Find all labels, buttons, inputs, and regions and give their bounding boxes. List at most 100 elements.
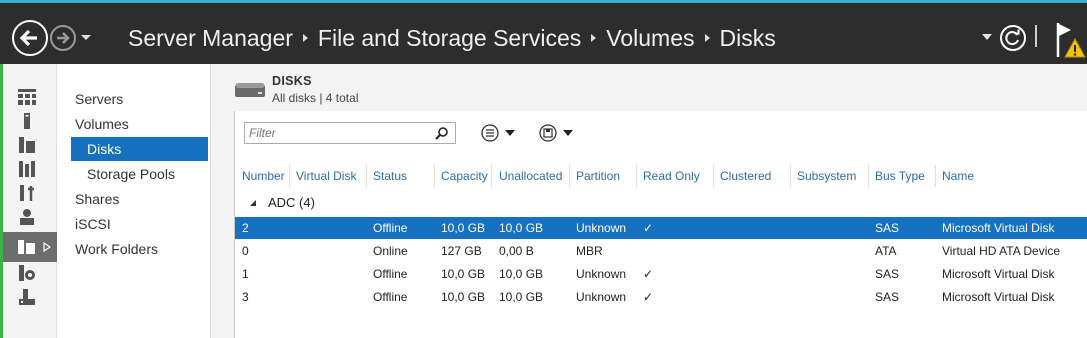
column-divider [935,165,936,187]
cell-bus-type: ATA [875,244,897,258]
subnav-item-shares[interactable]: Shares [75,187,119,211]
column-header-name[interactable]: Name [942,169,974,183]
cell-bus-type: SAS [875,290,900,304]
cell-capacity: 10,0 GB [441,290,486,304]
forward-button[interactable] [50,25,76,51]
subnav-item-iscsi[interactable]: iSCSI [75,212,111,236]
cell-name: Virtual HD ATA Device [942,244,1061,258]
subnav-item-storage-pools[interactable]: Storage Pools [87,162,175,186]
view-options-button[interactable] [480,122,520,144]
column-divider [434,165,435,187]
notification-flag-icon[interactable] [1055,21,1087,59]
breadcrumb: Server Manager File and Storage Services… [128,23,776,53]
refresh-button[interactable] [1000,25,1026,51]
history-dropdown-icon[interactable] [80,31,92,43]
column-header-unallocated[interactable]: Unallocated [499,169,562,183]
column-header-bus-type[interactable]: Bus Type [875,169,925,183]
subnav-item-work-folders[interactable]: Work Folders [75,237,158,261]
cell-status: Offline [373,267,408,281]
cell-partition: MBR [576,244,603,258]
back-arrow-icon [19,29,37,47]
dns-icon[interactable] [17,184,37,202]
cell-unallocated: 10,0 GB [499,267,544,281]
breadcrumb-separator-icon [302,34,308,42]
cell-status: Online [373,244,408,258]
table-row[interactable]: 0 Online 127 GB 0,00 B MBR ATA Virtual H… [235,240,1087,262]
subnav-item-volumes[interactable]: Volumes [75,112,129,136]
print-services-icon[interactable] [17,288,37,306]
title-bar: Server Manager File and Storage Services… [0,0,1087,64]
cell-partition: Unknown [576,267,627,281]
column-divider [713,165,714,187]
breadcrumb-disks[interactable]: Disks [720,25,776,52]
breadcrumb-server-manager[interactable]: Server Manager [128,25,293,52]
toolbar-divider [1035,25,1037,47]
column-divider [636,165,637,187]
subnav-item-disks[interactable]: Disks [71,137,208,161]
panel-title: DISKS [272,74,312,88]
table-row[interactable]: 3 Offline 10,0 GB 10,0 GB Unknown ✓ SAS … [235,286,1087,308]
breadcrumb-volumes[interactable]: Volumes [606,25,694,52]
cell-read-only-check-icon: ✓ [643,267,654,281]
column-header-subsystem[interactable]: Subsystem [797,169,856,183]
column-header-status[interactable]: Status [373,169,407,183]
save-query-button[interactable] [538,122,578,144]
column-header-partition[interactable]: Partition [576,169,620,183]
iis-icon[interactable] [17,264,37,282]
chevron-down-icon[interactable] [982,33,992,41]
remote-access-icon[interactable] [17,208,37,226]
filter-box [244,122,456,144]
column-header-capacity[interactable]: Capacity [441,169,488,183]
cell-unallocated: 10,0 GB [499,290,544,304]
cell-name: Microsoft Virtual Disk [942,221,1055,235]
cell-number: 2 [242,221,249,235]
group-label: ADC (4) [268,195,315,210]
subnav-item-servers[interactable]: Servers [75,87,123,111]
column-header-number[interactable]: Number [242,169,285,183]
column-divider [868,165,869,187]
cell-unallocated: 0,00 B [499,244,534,258]
cell-capacity: 10,0 GB [441,221,486,235]
cell-partition: Unknown [576,221,627,235]
column-header-read-only[interactable]: Read Only [643,169,700,183]
cell-number: 3 [242,290,249,304]
collapse-triangle-icon[interactable] [249,199,257,207]
panel-subtitle: All disks | 4 total [272,91,359,105]
cell-status: Offline [373,290,408,304]
column-header-virtual-disk[interactable]: Virtual Disk [296,169,356,183]
column-divider [491,165,492,187]
cell-number: 1 [242,267,249,281]
cell-number: 0 [242,244,249,258]
back-button[interactable] [12,20,48,56]
disks-panel: DISKS All disks | 4 total Number Virtual… [211,64,1087,338]
expand-arrow-icon[interactable] [43,242,51,252]
cell-name: Microsoft Virtual Disk [942,267,1055,281]
breadcrumb-separator-icon [591,34,597,42]
search-icon[interactable] [435,126,449,140]
table-row[interactable]: 2 Offline 10,0 GB 10,0 GB Unknown ✓ SAS … [235,217,1087,239]
table-row[interactable]: 1 Offline 10,0 GB 10,0 GB Unknown ✓ SAS … [235,263,1087,285]
file-storage-services-icon[interactable] [17,237,37,255]
cell-status: Offline [373,221,408,235]
disks-table-area: Number Virtual Disk Status Capacity Unal… [234,111,1087,338]
column-divider [366,165,367,187]
cell-bus-type: SAS [875,221,900,235]
cell-unallocated: 10,0 GB [499,221,544,235]
forward-arrow-icon [57,32,70,44]
cell-read-only-check-icon: ✓ [643,221,654,235]
dashboard-icon[interactable] [17,88,37,106]
cell-read-only-check-icon: ✓ [643,290,654,304]
filter-input[interactable] [245,123,425,143]
column-header-clustered[interactable]: Clustered [720,169,771,183]
column-divider [790,165,791,187]
cell-bus-type: SAS [875,267,900,281]
column-divider [289,165,290,187]
column-divider [569,165,570,187]
breadcrumb-file-storage-services[interactable]: File and Storage Services [318,25,581,52]
refresh-icon [1005,29,1020,46]
local-server-icon[interactable] [17,112,37,130]
cell-partition: Unknown [576,290,627,304]
all-servers-icon[interactable] [17,136,37,154]
ad-ds-icon[interactable] [17,160,37,178]
cell-name: Microsoft Virtual Disk [942,290,1055,304]
